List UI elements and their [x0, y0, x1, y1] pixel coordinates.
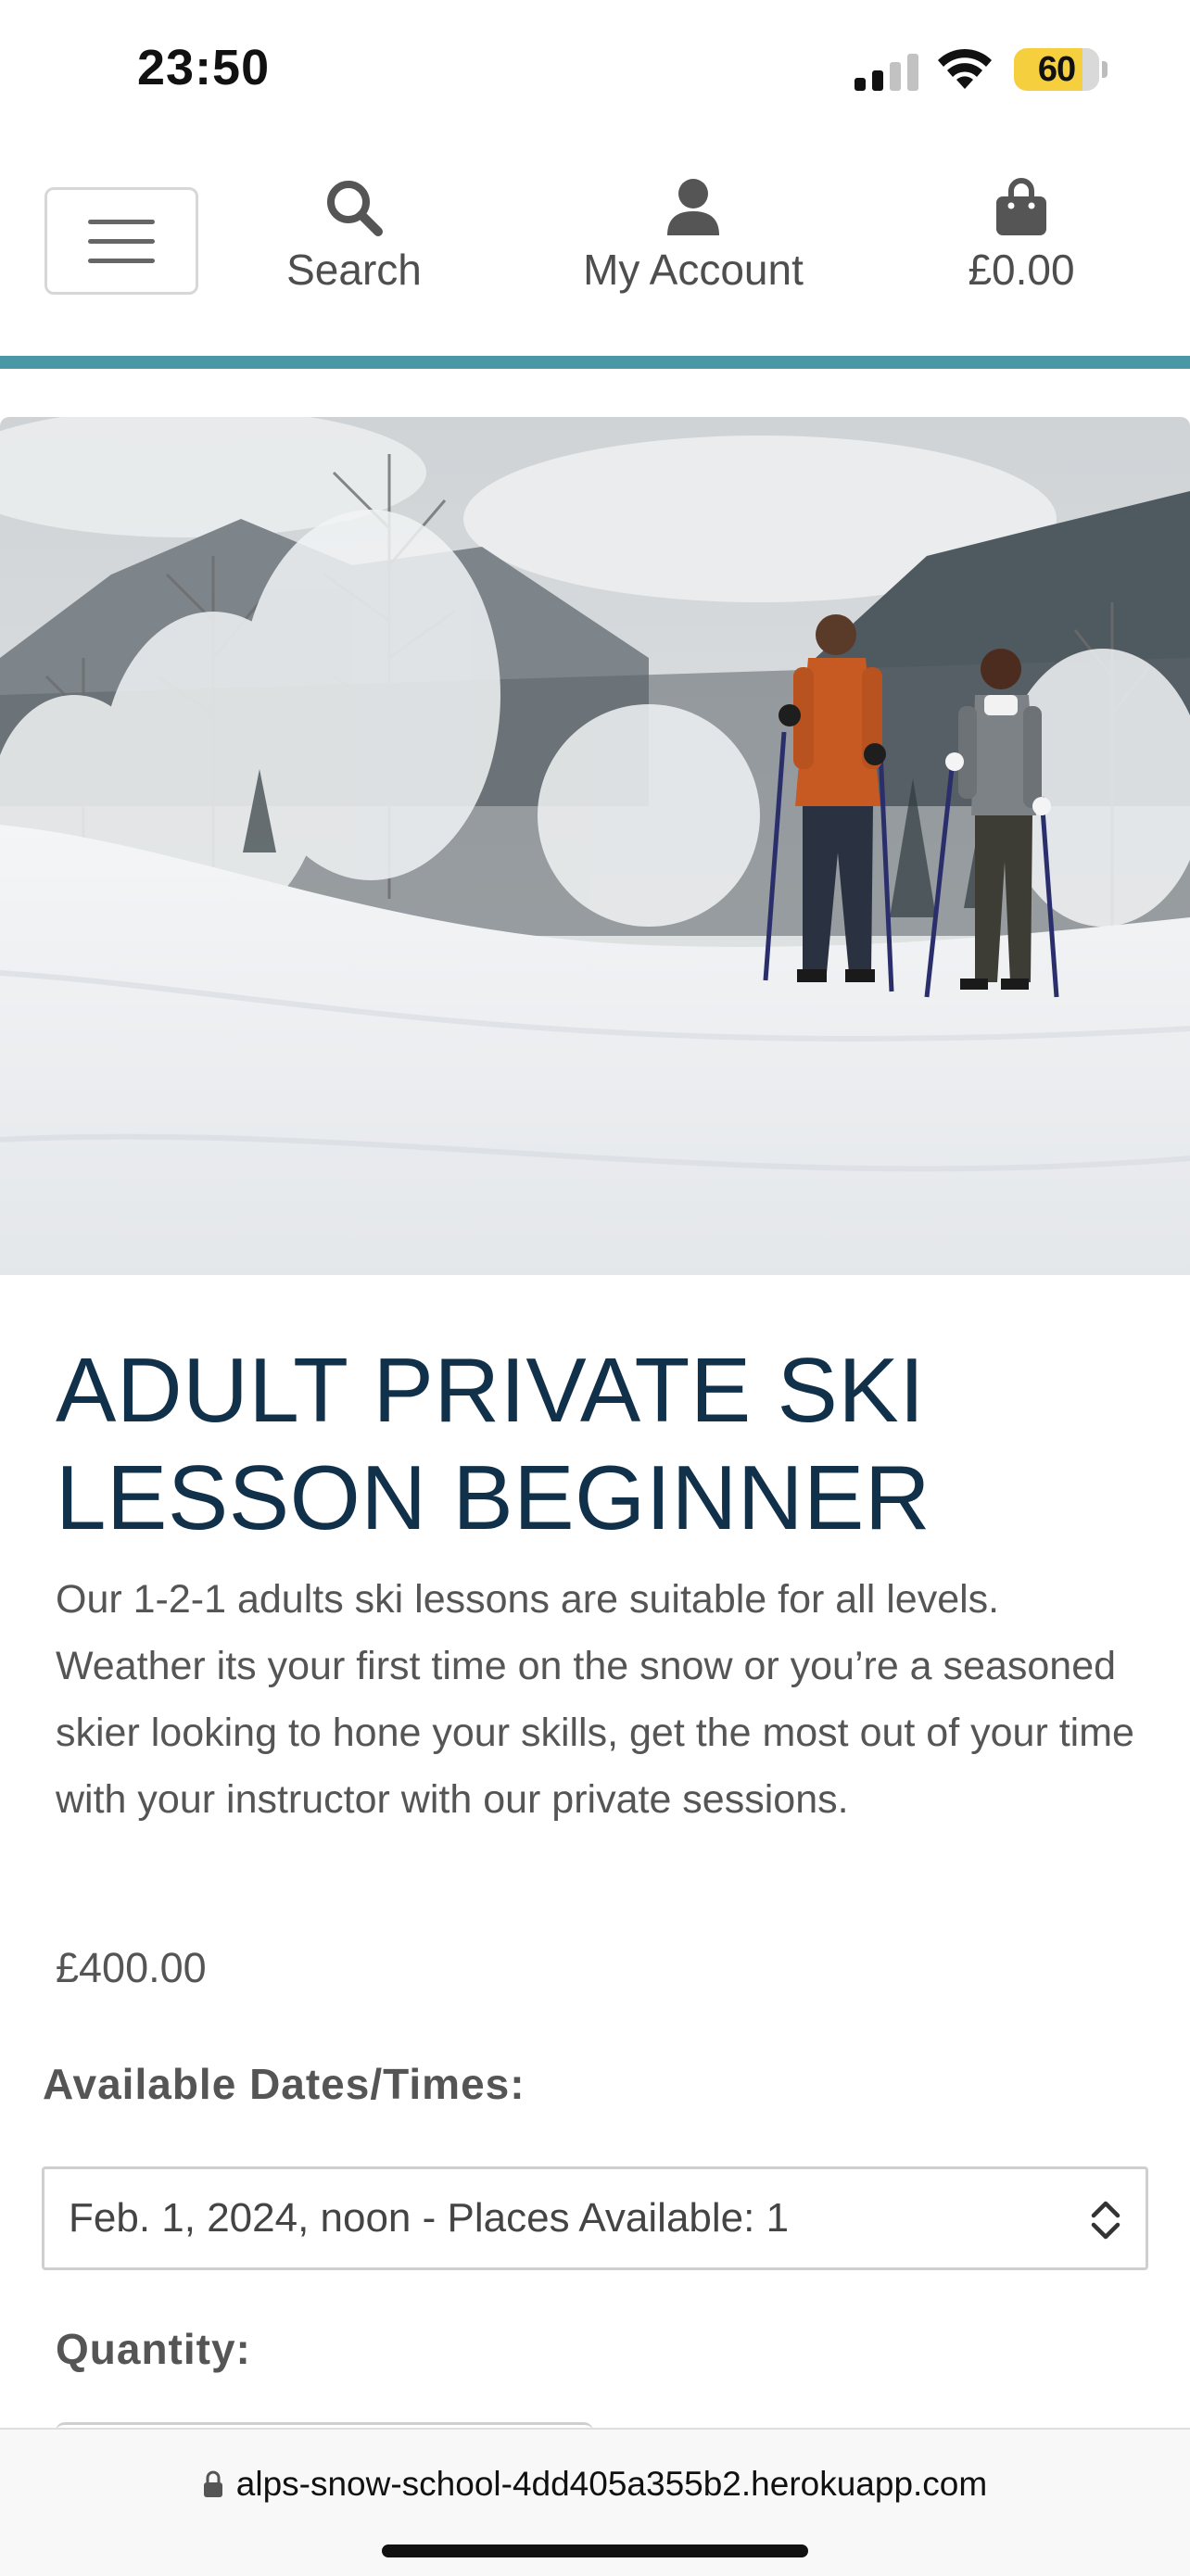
date-time-select[interactable]: Feb. 1, 2024, noon - Places Available: 1 — [42, 2166, 1148, 2270]
cellular-signal-icon — [855, 54, 918, 91]
user-icon — [667, 179, 719, 235]
product-description: Our 1-2-1 adults ski lessons are suitabl… — [56, 1577, 1134, 1822]
selected-date: Feb. 1, 2024, noon - Places Available: 1 — [69, 2195, 790, 2241]
battery-level: 60 — [1037, 49, 1076, 89]
search-link[interactable]: Search — [278, 178, 430, 295]
chevron-up-down-icon — [1091, 2201, 1120, 2240]
search-label: Search — [286, 246, 422, 294]
battery-icon: 60 — [1014, 48, 1099, 91]
my-account-label: My Account — [583, 246, 804, 294]
site-header: Search My Account £0.00 — [0, 139, 1190, 352]
wifi-icon — [938, 48, 992, 89]
battery-tip — [1102, 61, 1108, 78]
hamburger-menu-icon — [88, 219, 155, 224]
header-divider — [0, 356, 1190, 369]
shopping-bag-link[interactable]: £0.00 — [947, 178, 1095, 295]
shopping-bag-icon — [996, 178, 1046, 235]
browser-address-bar[interactable]: alps-snow-school-4dd405a355b2.herokuapp.… — [0, 2428, 1190, 2576]
search-icon — [327, 181, 383, 236]
home-indicator[interactable] — [382, 2544, 808, 2557]
product-image — [0, 417, 1190, 1275]
product-title: ADULT PRIVATE SKI LESSON BEGINNER — [56, 1336, 1131, 1551]
status-time: 23:50 — [137, 40, 271, 95]
status-bar: 23:50 60 — [0, 0, 1190, 139]
my-account-link[interactable]: My Account — [556, 178, 830, 295]
product-title-line-2: LESSON BEGINNER — [56, 1446, 931, 1548]
url-row[interactable]: alps-snow-school-4dd405a355b2.herokuapp.… — [0, 2465, 1190, 2504]
product-title-line-1: ADULT PRIVATE SKI — [56, 1339, 925, 1441]
lock-icon — [203, 2470, 222, 2497]
dates-label: Available Dates/Times: — [43, 2060, 525, 2108]
quantity-label: Quantity: — [56, 2325, 251, 2373]
url-text: alps-snow-school-4dd405a355b2.herokuapp.… — [235, 2465, 988, 2503]
product-price: £400.00 — [56, 1944, 207, 1991]
menu-toggle-button[interactable] — [44, 187, 198, 295]
bag-total: £0.00 — [968, 246, 1075, 294]
